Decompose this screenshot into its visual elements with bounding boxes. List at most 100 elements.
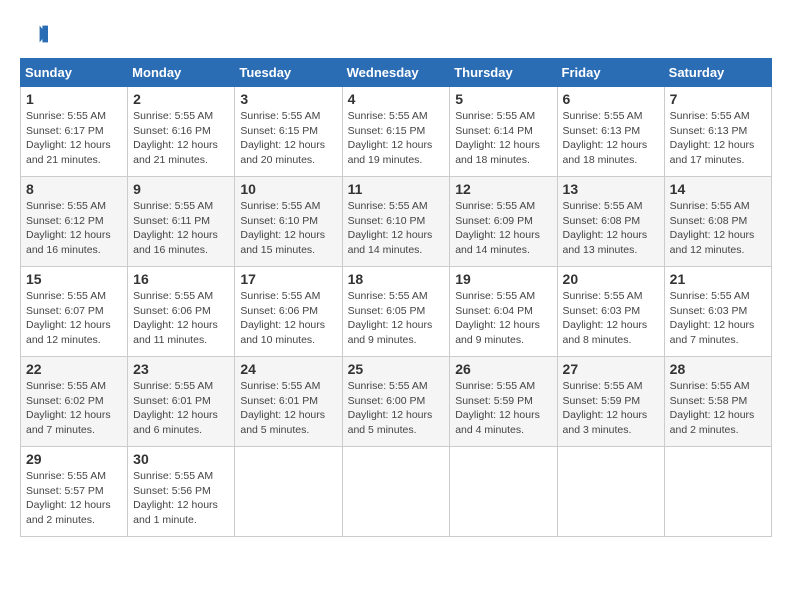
- day-number: 2: [133, 91, 229, 107]
- day-number: 27: [563, 361, 659, 377]
- day-number: 9: [133, 181, 229, 197]
- calendar-cell: 15 Sunrise: 5:55 AM Sunset: 6:07 PM Dayl…: [21, 267, 128, 357]
- day-detail: Sunrise: 5:55 AM Sunset: 6:01 PM Dayligh…: [133, 379, 229, 438]
- day-detail: Sunrise: 5:55 AM Sunset: 6:14 PM Dayligh…: [455, 109, 551, 168]
- calendar-cell: 5 Sunrise: 5:55 AM Sunset: 6:14 PM Dayli…: [450, 87, 557, 177]
- calendar-cell: 19 Sunrise: 5:55 AM Sunset: 6:04 PM Dayl…: [450, 267, 557, 357]
- day-header-saturday: Saturday: [664, 59, 771, 87]
- day-number: 28: [670, 361, 766, 377]
- day-detail: Sunrise: 5:55 AM Sunset: 6:16 PM Dayligh…: [133, 109, 229, 168]
- calendar-cell: 10 Sunrise: 5:55 AM Sunset: 6:10 PM Dayl…: [235, 177, 342, 267]
- day-detail: Sunrise: 5:55 AM Sunset: 5:59 PM Dayligh…: [455, 379, 551, 438]
- day-detail: Sunrise: 5:55 AM Sunset: 6:06 PM Dayligh…: [240, 289, 336, 348]
- day-detail: Sunrise: 5:55 AM Sunset: 6:04 PM Dayligh…: [455, 289, 551, 348]
- calendar-cell: 16 Sunrise: 5:55 AM Sunset: 6:06 PM Dayl…: [128, 267, 235, 357]
- calendar-week-row: 29 Sunrise: 5:55 AM Sunset: 5:57 PM Dayl…: [21, 447, 772, 537]
- calendar-cell: [235, 447, 342, 537]
- calendar-cell: 1 Sunrise: 5:55 AM Sunset: 6:17 PM Dayli…: [21, 87, 128, 177]
- day-number: 24: [240, 361, 336, 377]
- day-number: 20: [563, 271, 659, 287]
- day-number: 8: [26, 181, 122, 197]
- day-detail: Sunrise: 5:55 AM Sunset: 6:13 PM Dayligh…: [670, 109, 766, 168]
- day-detail: Sunrise: 5:55 AM Sunset: 6:08 PM Dayligh…: [670, 199, 766, 258]
- calendar-cell: 2 Sunrise: 5:55 AM Sunset: 6:16 PM Dayli…: [128, 87, 235, 177]
- day-number: 3: [240, 91, 336, 107]
- day-detail: Sunrise: 5:55 AM Sunset: 6:03 PM Dayligh…: [670, 289, 766, 348]
- calendar-cell: [557, 447, 664, 537]
- day-detail: Sunrise: 5:55 AM Sunset: 6:02 PM Dayligh…: [26, 379, 122, 438]
- day-number: 23: [133, 361, 229, 377]
- calendar-cell: 4 Sunrise: 5:55 AM Sunset: 6:15 PM Dayli…: [342, 87, 450, 177]
- day-number: 22: [26, 361, 122, 377]
- calendar-cell: 13 Sunrise: 5:55 AM Sunset: 6:08 PM Dayl…: [557, 177, 664, 267]
- day-number: 1: [26, 91, 122, 107]
- calendar-cell: 9 Sunrise: 5:55 AM Sunset: 6:11 PM Dayli…: [128, 177, 235, 267]
- day-number: 14: [670, 181, 766, 197]
- day-detail: Sunrise: 5:55 AM Sunset: 6:01 PM Dayligh…: [240, 379, 336, 438]
- day-detail: Sunrise: 5:55 AM Sunset: 6:03 PM Dayligh…: [563, 289, 659, 348]
- calendar-cell: [664, 447, 771, 537]
- day-detail: Sunrise: 5:55 AM Sunset: 6:05 PM Dayligh…: [348, 289, 445, 348]
- day-number: 19: [455, 271, 551, 287]
- day-detail: Sunrise: 5:55 AM Sunset: 6:06 PM Dayligh…: [133, 289, 229, 348]
- day-detail: Sunrise: 5:55 AM Sunset: 6:08 PM Dayligh…: [563, 199, 659, 258]
- calendar-cell: 20 Sunrise: 5:55 AM Sunset: 6:03 PM Dayl…: [557, 267, 664, 357]
- day-detail: Sunrise: 5:55 AM Sunset: 6:15 PM Dayligh…: [240, 109, 336, 168]
- day-detail: Sunrise: 5:55 AM Sunset: 6:10 PM Dayligh…: [240, 199, 336, 258]
- day-detail: Sunrise: 5:55 AM Sunset: 6:13 PM Dayligh…: [563, 109, 659, 168]
- day-number: 12: [455, 181, 551, 197]
- day-number: 30: [133, 451, 229, 467]
- day-number: 26: [455, 361, 551, 377]
- calendar-cell: 26 Sunrise: 5:55 AM Sunset: 5:59 PM Dayl…: [450, 357, 557, 447]
- calendar-cell: 24 Sunrise: 5:55 AM Sunset: 6:01 PM Dayl…: [235, 357, 342, 447]
- calendar-cell: 22 Sunrise: 5:55 AM Sunset: 6:02 PM Dayl…: [21, 357, 128, 447]
- day-detail: Sunrise: 5:55 AM Sunset: 6:15 PM Dayligh…: [348, 109, 445, 168]
- calendar-week-row: 15 Sunrise: 5:55 AM Sunset: 6:07 PM Dayl…: [21, 267, 772, 357]
- calendar-cell: 25 Sunrise: 5:55 AM Sunset: 6:00 PM Dayl…: [342, 357, 450, 447]
- day-number: 17: [240, 271, 336, 287]
- calendar-cell: 23 Sunrise: 5:55 AM Sunset: 6:01 PM Dayl…: [128, 357, 235, 447]
- calendar-cell: 29 Sunrise: 5:55 AM Sunset: 5:57 PM Dayl…: [21, 447, 128, 537]
- day-number: 11: [348, 181, 445, 197]
- day-number: 7: [670, 91, 766, 107]
- calendar-cell: 12 Sunrise: 5:55 AM Sunset: 6:09 PM Dayl…: [450, 177, 557, 267]
- calendar-cell: 18 Sunrise: 5:55 AM Sunset: 6:05 PM Dayl…: [342, 267, 450, 357]
- calendar-cell: 6 Sunrise: 5:55 AM Sunset: 6:13 PM Dayli…: [557, 87, 664, 177]
- day-header-tuesday: Tuesday: [235, 59, 342, 87]
- day-header-friday: Friday: [557, 59, 664, 87]
- day-number: 21: [670, 271, 766, 287]
- calendar-week-row: 1 Sunrise: 5:55 AM Sunset: 6:17 PM Dayli…: [21, 87, 772, 177]
- day-header-sunday: Sunday: [21, 59, 128, 87]
- calendar-week-row: 8 Sunrise: 5:55 AM Sunset: 6:12 PM Dayli…: [21, 177, 772, 267]
- calendar-cell: 14 Sunrise: 5:55 AM Sunset: 6:08 PM Dayl…: [664, 177, 771, 267]
- logo: [20, 20, 52, 48]
- day-number: 6: [563, 91, 659, 107]
- day-number: 18: [348, 271, 445, 287]
- calendar-cell: 21 Sunrise: 5:55 AM Sunset: 6:03 PM Dayl…: [664, 267, 771, 357]
- calendar-cell: 30 Sunrise: 5:55 AM Sunset: 5:56 PM Dayl…: [128, 447, 235, 537]
- day-number: 4: [348, 91, 445, 107]
- day-detail: Sunrise: 5:55 AM Sunset: 6:09 PM Dayligh…: [455, 199, 551, 258]
- day-number: 5: [455, 91, 551, 107]
- logo-icon: [20, 20, 48, 48]
- day-detail: Sunrise: 5:55 AM Sunset: 5:59 PM Dayligh…: [563, 379, 659, 438]
- day-detail: Sunrise: 5:55 AM Sunset: 5:56 PM Dayligh…: [133, 469, 229, 528]
- calendar-cell: 17 Sunrise: 5:55 AM Sunset: 6:06 PM Dayl…: [235, 267, 342, 357]
- day-detail: Sunrise: 5:55 AM Sunset: 6:11 PM Dayligh…: [133, 199, 229, 258]
- day-detail: Sunrise: 5:55 AM Sunset: 6:12 PM Dayligh…: [26, 199, 122, 258]
- day-number: 25: [348, 361, 445, 377]
- calendar-cell: 7 Sunrise: 5:55 AM Sunset: 6:13 PM Dayli…: [664, 87, 771, 177]
- day-detail: Sunrise: 5:55 AM Sunset: 6:17 PM Dayligh…: [26, 109, 122, 168]
- header: [20, 20, 772, 48]
- calendar-cell: 3 Sunrise: 5:55 AM Sunset: 6:15 PM Dayli…: [235, 87, 342, 177]
- day-header-wednesday: Wednesday: [342, 59, 450, 87]
- calendar-header-row: SundayMondayTuesdayWednesdayThursdayFrid…: [21, 59, 772, 87]
- day-header-thursday: Thursday: [450, 59, 557, 87]
- calendar-cell: 28 Sunrise: 5:55 AM Sunset: 5:58 PM Dayl…: [664, 357, 771, 447]
- day-number: 13: [563, 181, 659, 197]
- calendar-cell: 27 Sunrise: 5:55 AM Sunset: 5:59 PM Dayl…: [557, 357, 664, 447]
- day-number: 16: [133, 271, 229, 287]
- day-number: 10: [240, 181, 336, 197]
- day-detail: Sunrise: 5:55 AM Sunset: 6:00 PM Dayligh…: [348, 379, 445, 438]
- calendar-table: SundayMondayTuesdayWednesdayThursdayFrid…: [20, 58, 772, 537]
